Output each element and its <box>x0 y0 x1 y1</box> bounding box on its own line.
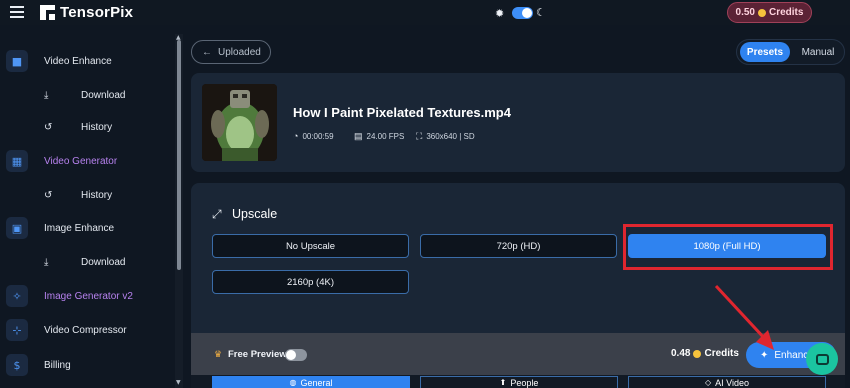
sidebar-item-video-compressor[interactable]: ⊹ Video Compressor <box>0 315 172 345</box>
sidebar-item-label: Image Enhance <box>44 222 115 234</box>
expand-arrows-icon: ⤢ <box>212 207 222 221</box>
tensorpix-logo-icon <box>40 5 55 20</box>
globe-icon: ◍ <box>289 378 297 387</box>
cost-amount: 0.48 <box>671 348 691 359</box>
sidebar-item-label: Download <box>81 89 126 101</box>
sidebar-item-generator-history[interactable]: ↺ History <box>0 180 172 210</box>
video-resolution: ⛶ 360x640 | SD <box>416 131 475 142</box>
history-icon: ↺ <box>44 189 53 201</box>
sidebar-item-label: Video Compressor <box>44 324 127 336</box>
video-camera-icon: ■ <box>6 50 28 72</box>
mode-toggle: Presets Manual <box>736 39 845 65</box>
tab-manual[interactable]: Manual <box>794 42 842 62</box>
sidebar-item-image-download[interactable]: ⤓ Download <box>0 247 172 277</box>
annotation-arrow-icon <box>714 284 774 350</box>
sidebar: ■ Video Enhance ⤓ Download ↺ History ▦ V… <box>0 25 172 388</box>
image-icon: ▣ <box>6 217 28 239</box>
credits-button[interactable]: 0.50 Credits <box>727 2 812 23</box>
tab-general[interactable]: ◍ General <box>212 376 410 388</box>
film-icon: ▦ <box>6 150 28 172</box>
tab-label: People <box>510 377 539 388</box>
video-duration: ◔ 00:00:59 <box>293 131 334 141</box>
theme-toggle[interactable]: ✹ ☾ <box>495 4 546 22</box>
history-icon: ↺ <box>44 121 53 133</box>
highlight-frame <box>623 224 833 270</box>
scrollbar-thumb[interactable] <box>177 40 181 270</box>
download-icon: ⤓ <box>44 256 49 268</box>
chat-support-button[interactable] <box>806 343 838 375</box>
video-fps: ▤ 24.00 FPS <box>354 131 404 142</box>
sidebar-item-video-enhance[interactable]: ■ Video Enhance <box>0 46 172 76</box>
video-thumbnail[interactable] <box>202 84 277 161</box>
compress-icon: ⊹ <box>6 319 28 341</box>
video-title: How I Paint Pixelated Textures.mp4 <box>293 105 511 120</box>
arrow-left-icon: ← <box>202 46 212 58</box>
back-button[interactable]: ← Uploaded <box>191 40 271 64</box>
sidebar-item-label: History <box>81 189 113 201</box>
sidebar-item-image-generator[interactable]: ✧ Image Generator v2 <box>0 281 172 311</box>
tab-label: AI Video <box>715 377 750 388</box>
sparkle-wand-icon: ✧ <box>6 285 28 307</box>
clock-icon: ◔ <box>293 131 299 141</box>
sidebar-item-label: Image Generator v2 <box>44 290 133 302</box>
chat-icon <box>815 353 829 365</box>
free-preview-label: Free Preview <box>228 349 287 360</box>
crown-icon: ♛ <box>214 350 223 360</box>
sidebar-item-label: Billing <box>44 359 71 371</box>
hamburger-menu-icon[interactable] <box>10 6 24 18</box>
tab-presets[interactable]: Presets <box>740 42 790 62</box>
sun-icon: ✹ <box>495 7 505 20</box>
free-preview-toggle[interactable] <box>285 349 307 361</box>
scroll-down-arrow-icon[interactable]: ▼ <box>176 379 181 386</box>
scroll-up-arrow-icon[interactable]: ▲ <box>176 34 181 41</box>
sidebar-item-image-enhance[interactable]: ▣ Image Enhance <box>0 213 172 243</box>
fps-value: 24.00 FPS <box>366 132 405 141</box>
credits-label: Credits <box>769 7 804 18</box>
sidebar-item-billing[interactable]: $ Billing <box>0 350 172 380</box>
credits-amount: 0.50 <box>735 7 755 18</box>
theme-switch[interactable] <box>512 7 533 19</box>
person-icon: ⬆ <box>499 378 507 387</box>
sidebar-item-video-history[interactable]: ↺ History <box>0 112 172 142</box>
expand-icon: ⛶ <box>416 131 423 141</box>
tab-people[interactable]: ⬆ People <box>420 376 618 388</box>
dollar-icon: $ <box>6 354 28 376</box>
download-icon: ⤓ <box>44 89 49 101</box>
resolution-value: 360x640 | SD <box>426 132 475 141</box>
sidebar-item-label: Video Enhance <box>44 55 112 67</box>
upscale-option-720p[interactable]: 720p (HD) <box>420 234 617 258</box>
sidebar-item-video-generator[interactable]: ▦ Video Generator <box>0 146 172 176</box>
sidebar-item-label: Download <box>81 256 126 268</box>
back-label: Uploaded <box>218 46 261 58</box>
tab-label: General <box>300 377 333 388</box>
coin-icon <box>758 8 766 17</box>
duration-value: 00:00:59 <box>302 131 334 141</box>
sidebar-item-label: History <box>81 121 113 133</box>
ai-icon: ◇ <box>704 378 712 387</box>
upscale-option-none[interactable]: No Upscale <box>212 234 409 258</box>
tab-ai-video[interactable]: ◇ AI Video <box>628 376 826 388</box>
top-bar: TensorPix ✹ ☾ 0.50 Credits <box>0 0 850 25</box>
app-name: TensorPix <box>60 4 134 21</box>
upscale-option-2160p[interactable]: 2160p (4K) <box>212 270 409 294</box>
sidebar-item-video-download[interactable]: ⤓ Download <box>0 80 172 110</box>
video-info-card <box>191 73 845 172</box>
upscale-title: Upscale <box>232 207 278 221</box>
film-icon: ▤ <box>354 131 363 141</box>
moon-icon: ☾ <box>536 6 546 19</box>
sidebar-item-label: Video Generator <box>44 155 118 167</box>
